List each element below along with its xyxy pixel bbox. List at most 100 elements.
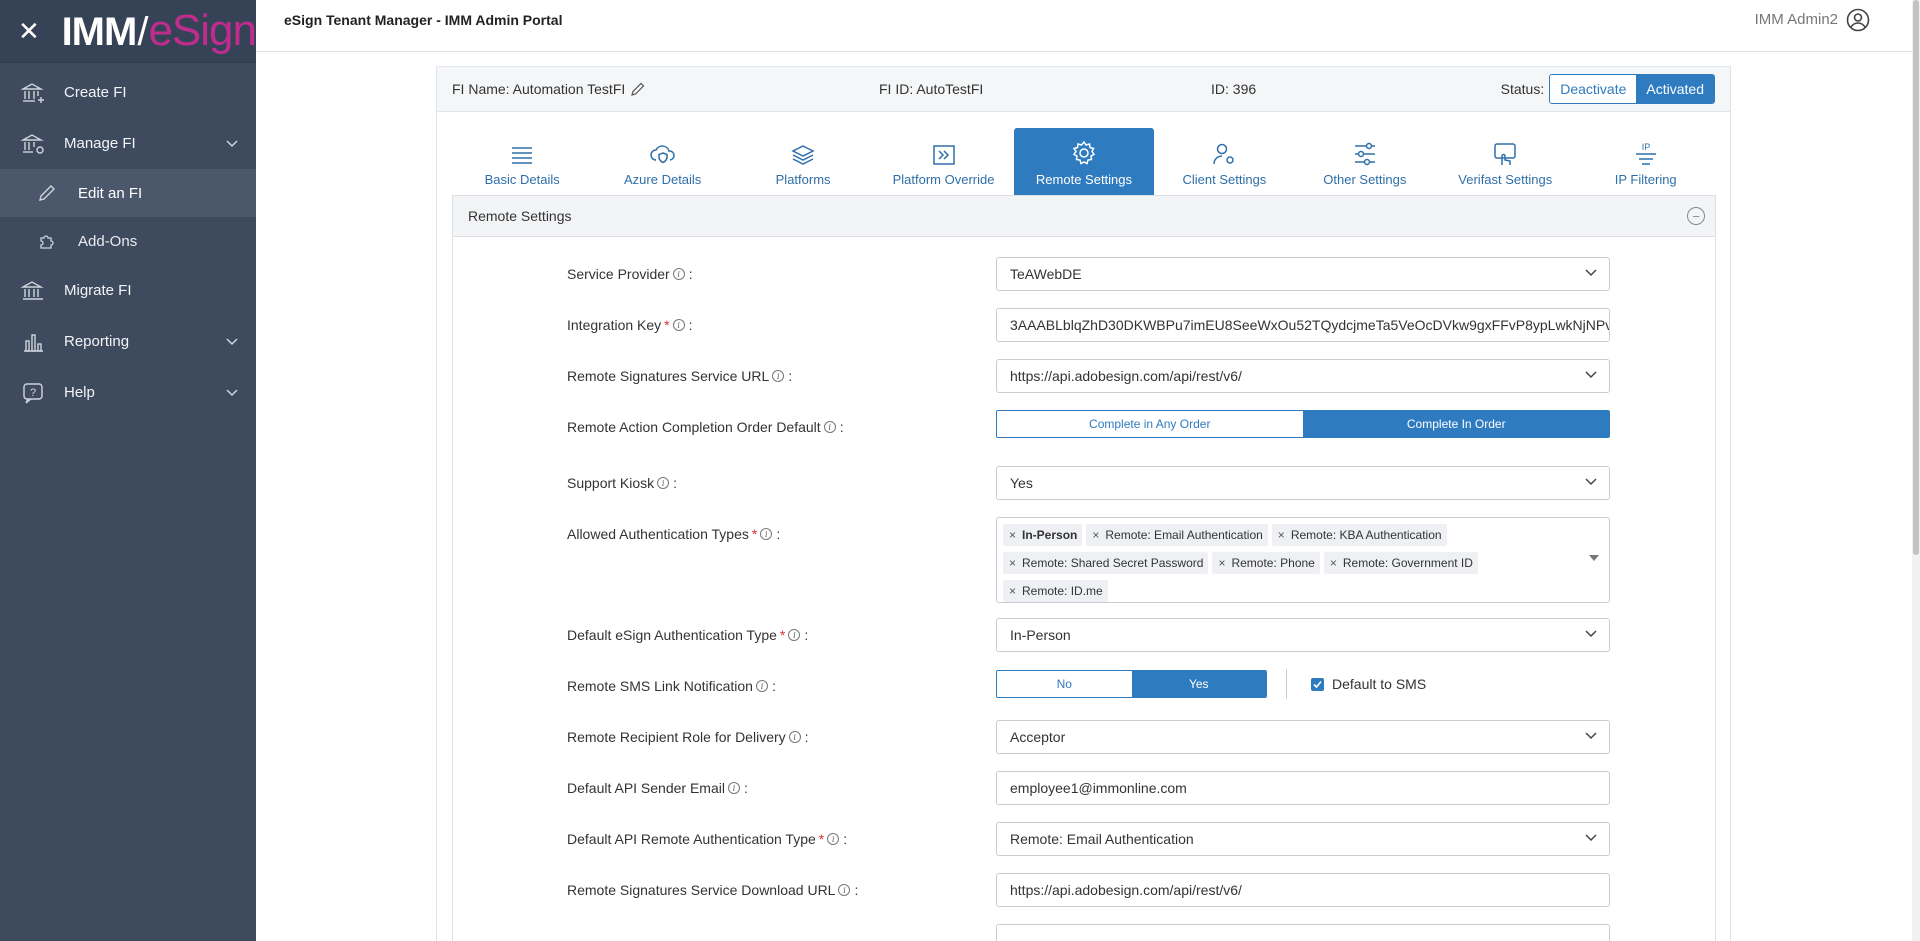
info-icon[interactable]: i <box>827 833 840 845</box>
checkbox-label: Default to SMS <box>1332 676 1427 692</box>
sender-email-label: Default API Sender Email i: <box>567 780 748 796</box>
fi-id: FI ID: AutoTestFI <box>879 81 984 97</box>
sidebar-item-manage-fi[interactable]: Manage FI <box>0 118 256 169</box>
sidebar-item-reporting[interactable]: Reporting <box>0 316 256 367</box>
tab-label: Platforms <box>775 172 831 187</box>
service-url-select[interactable]: https://api.adobesign.com/api/rest/v6/ <box>996 359 1610 393</box>
tab-azure-details[interactable]: Azure Details <box>592 128 732 195</box>
svg-text:?: ? <box>30 387 36 399</box>
chip-list: × In-Person × Remote: Email Authentication… <box>1003 522 1573 606</box>
hand-touch-icon <box>1494 143 1517 165</box>
top-header: eSign Tenant Manager - IMM Admin Portal … <box>256 0 1920 52</box>
tab-client-settings[interactable]: Client Settings <box>1154 128 1294 195</box>
selected-value: Acceptor <box>1010 729 1066 745</box>
remove-chip-icon[interactable]: × <box>1324 556 1343 570</box>
info-icon[interactable]: i <box>672 319 685 331</box>
integration-key-input[interactable]: 3AAABLblqZhD30DKWBPu7imEU8SeeWxOu52TQydc… <box>996 308 1610 342</box>
remove-chip-icon[interactable]: × <box>1003 584 1022 598</box>
info-icon[interactable]: i <box>823 421 836 433</box>
remove-chip-icon[interactable]: × <box>1003 528 1022 542</box>
activated-button[interactable]: Activated <box>1636 75 1714 103</box>
bar-chart-icon <box>20 330 46 354</box>
api-remote-auth-label: Default API Remote Authentication Type * i… <box>567 831 848 847</box>
page-scrollbar[interactable] <box>1912 0 1920 941</box>
sender-email-input[interactable]: employee1@immonline.com <box>996 771 1610 805</box>
status-control: Status: Deactivate Activated <box>1501 74 1715 104</box>
auth-chip: × Remote: Government ID <box>1323 552 1478 574</box>
next-field-input[interactable] <box>996 924 1610 941</box>
help-bubble-icon: ? <box>20 381 46 405</box>
fi-info-bar: FI Name: Automation TestFI FI ID: AutoTe… <box>437 67 1730 112</box>
status-toggle: Deactivate Activated <box>1549 74 1715 104</box>
sidebar-item-help[interactable]: ? Help <box>0 367 256 418</box>
tab-ip-filtering[interactable]: IP IP Filtering <box>1576 128 1716 195</box>
fi-edit-panel: FI Name: Automation TestFI FI ID: AutoTe… <box>436 66 1731 941</box>
info-icon[interactable]: i <box>727 782 740 794</box>
sidebar-item-label: Edit an FI <box>78 184 143 202</box>
collapse-icon[interactable]: − <box>1687 207 1705 225</box>
puzzle-icon <box>36 232 58 250</box>
caret-down-icon[interactable] <box>1589 555 1599 561</box>
tab-basic-details[interactable]: Basic Details <box>452 128 592 195</box>
sidebar-item-create-fi[interactable]: Create FI <box>0 67 256 118</box>
support-kiosk-label: Support Kiosk i: <box>567 475 678 491</box>
tab-verifast-settings[interactable]: Verifast Settings <box>1435 128 1575 195</box>
sidebar-item-add-ons[interactable]: Add-Ons <box>0 217 256 265</box>
scrollbar-thumb[interactable] <box>1913 0 1919 555</box>
download-url-label: Remote Signatures Service Download URL i: <box>567 882 859 898</box>
close-icon[interactable]: ✕ <box>18 16 42 47</box>
support-kiosk-select[interactable]: Yes <box>996 466 1610 500</box>
api-remote-auth-select[interactable]: Remote: Email Authentication <box>996 822 1610 856</box>
sidebar-item-label: Reporting <box>64 333 130 350</box>
sliders-icon <box>1354 142 1375 166</box>
info-icon[interactable]: i <box>838 884 851 896</box>
svg-text:IP: IP <box>1641 142 1650 152</box>
info-icon[interactable]: i <box>788 629 801 641</box>
auth-chip: × Remote: Phone <box>1212 552 1320 574</box>
info-icon[interactable]: i <box>672 268 685 280</box>
layers-icon <box>791 145 815 165</box>
info-icon[interactable]: i <box>772 370 785 382</box>
download-url-input[interactable]: https://api.adobesign.com/api/rest/v6/ <box>996 873 1610 907</box>
sidebar: ✕ IMM / eSign Create FI Manage FI Edit an … <box>0 0 257 941</box>
tab-other-settings[interactable]: Other Settings <box>1295 128 1435 195</box>
service-provider-select[interactable]: TeAWebDE <box>996 257 1610 291</box>
input-value: employee1@immonline.com <box>1010 780 1187 796</box>
default-to-sms-checkbox[interactable]: Default to SMS <box>1311 676 1426 692</box>
sidebar-item-edit-fi[interactable]: Edit an FI <box>0 169 256 217</box>
sms-no-button[interactable]: No <box>997 671 1132 697</box>
section-title: Remote Settings <box>468 208 572 224</box>
override-icon <box>932 145 955 165</box>
remote-settings-section: Remote Settings − Service Provider i: TeA… <box>452 195 1716 941</box>
section-header: Remote Settings − <box>453 196 1715 237</box>
remove-chip-icon[interactable]: × <box>1212 556 1231 570</box>
chevron-down-icon <box>1585 371 1597 379</box>
fi-name-label: FI Name: Automation TestFI <box>452 81 626 97</box>
complete-in-order-button[interactable]: Complete In Order <box>1303 411 1609 437</box>
tab-label: Verifast Settings <box>1458 172 1553 187</box>
remove-chip-icon[interactable]: × <box>1086 528 1105 542</box>
tab-platform-override[interactable]: Platform Override <box>873 128 1013 195</box>
info-icon[interactable]: i <box>788 731 801 743</box>
sidebar-item-migrate-fi[interactable]: Migrate FI <box>0 265 256 316</box>
status-label: Status: <box>1500 81 1545 97</box>
bank-plus-icon <box>20 81 46 105</box>
info-icon[interactable]: i <box>760 528 773 540</box>
deactivate-button[interactable]: Deactivate <box>1550 75 1637 103</box>
user-menu[interactable]: IMM Admin2 <box>1755 8 1870 32</box>
remove-chip-icon[interactable]: × <box>1003 556 1022 570</box>
info-icon[interactable]: i <box>755 680 768 692</box>
tab-remote-settings[interactable]: Remote Settings <box>1013 128 1155 195</box>
auth-types-multiselect[interactable]: × In-Person × Remote: Email Authentication… <box>996 517 1610 603</box>
edit-pencil-icon[interactable] <box>631 82 645 96</box>
gear-icon <box>1072 140 1096 165</box>
recipient-role-select[interactable]: Acceptor <box>996 720 1610 754</box>
tab-platforms[interactable]: Platforms <box>733 128 873 195</box>
sms-yes-button[interactable]: Yes <box>1131 671 1266 697</box>
complete-any-order-button[interactable]: Complete in Any Order <box>997 411 1304 437</box>
info-icon[interactable]: i <box>657 477 670 489</box>
default-auth-select[interactable]: In-Person <box>996 618 1610 652</box>
remove-chip-icon[interactable]: × <box>1272 528 1291 542</box>
imm-esign-logo: IMM / eSign <box>61 6 257 55</box>
chevron-down-icon <box>226 333 238 350</box>
